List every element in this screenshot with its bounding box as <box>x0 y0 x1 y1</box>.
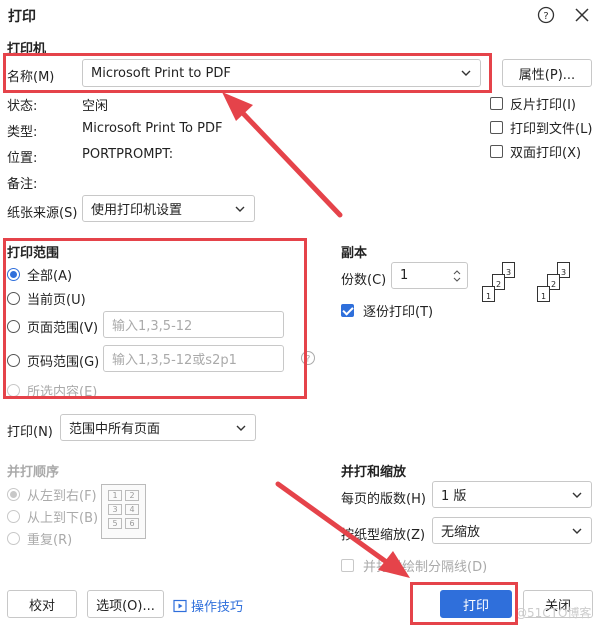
annotation-arrow-printer <box>235 105 343 218</box>
annotation-arrow-print <box>275 481 395 569</box>
annotation-arrows <box>222 92 410 578</box>
annotation-arrowhead-print <box>378 551 410 578</box>
